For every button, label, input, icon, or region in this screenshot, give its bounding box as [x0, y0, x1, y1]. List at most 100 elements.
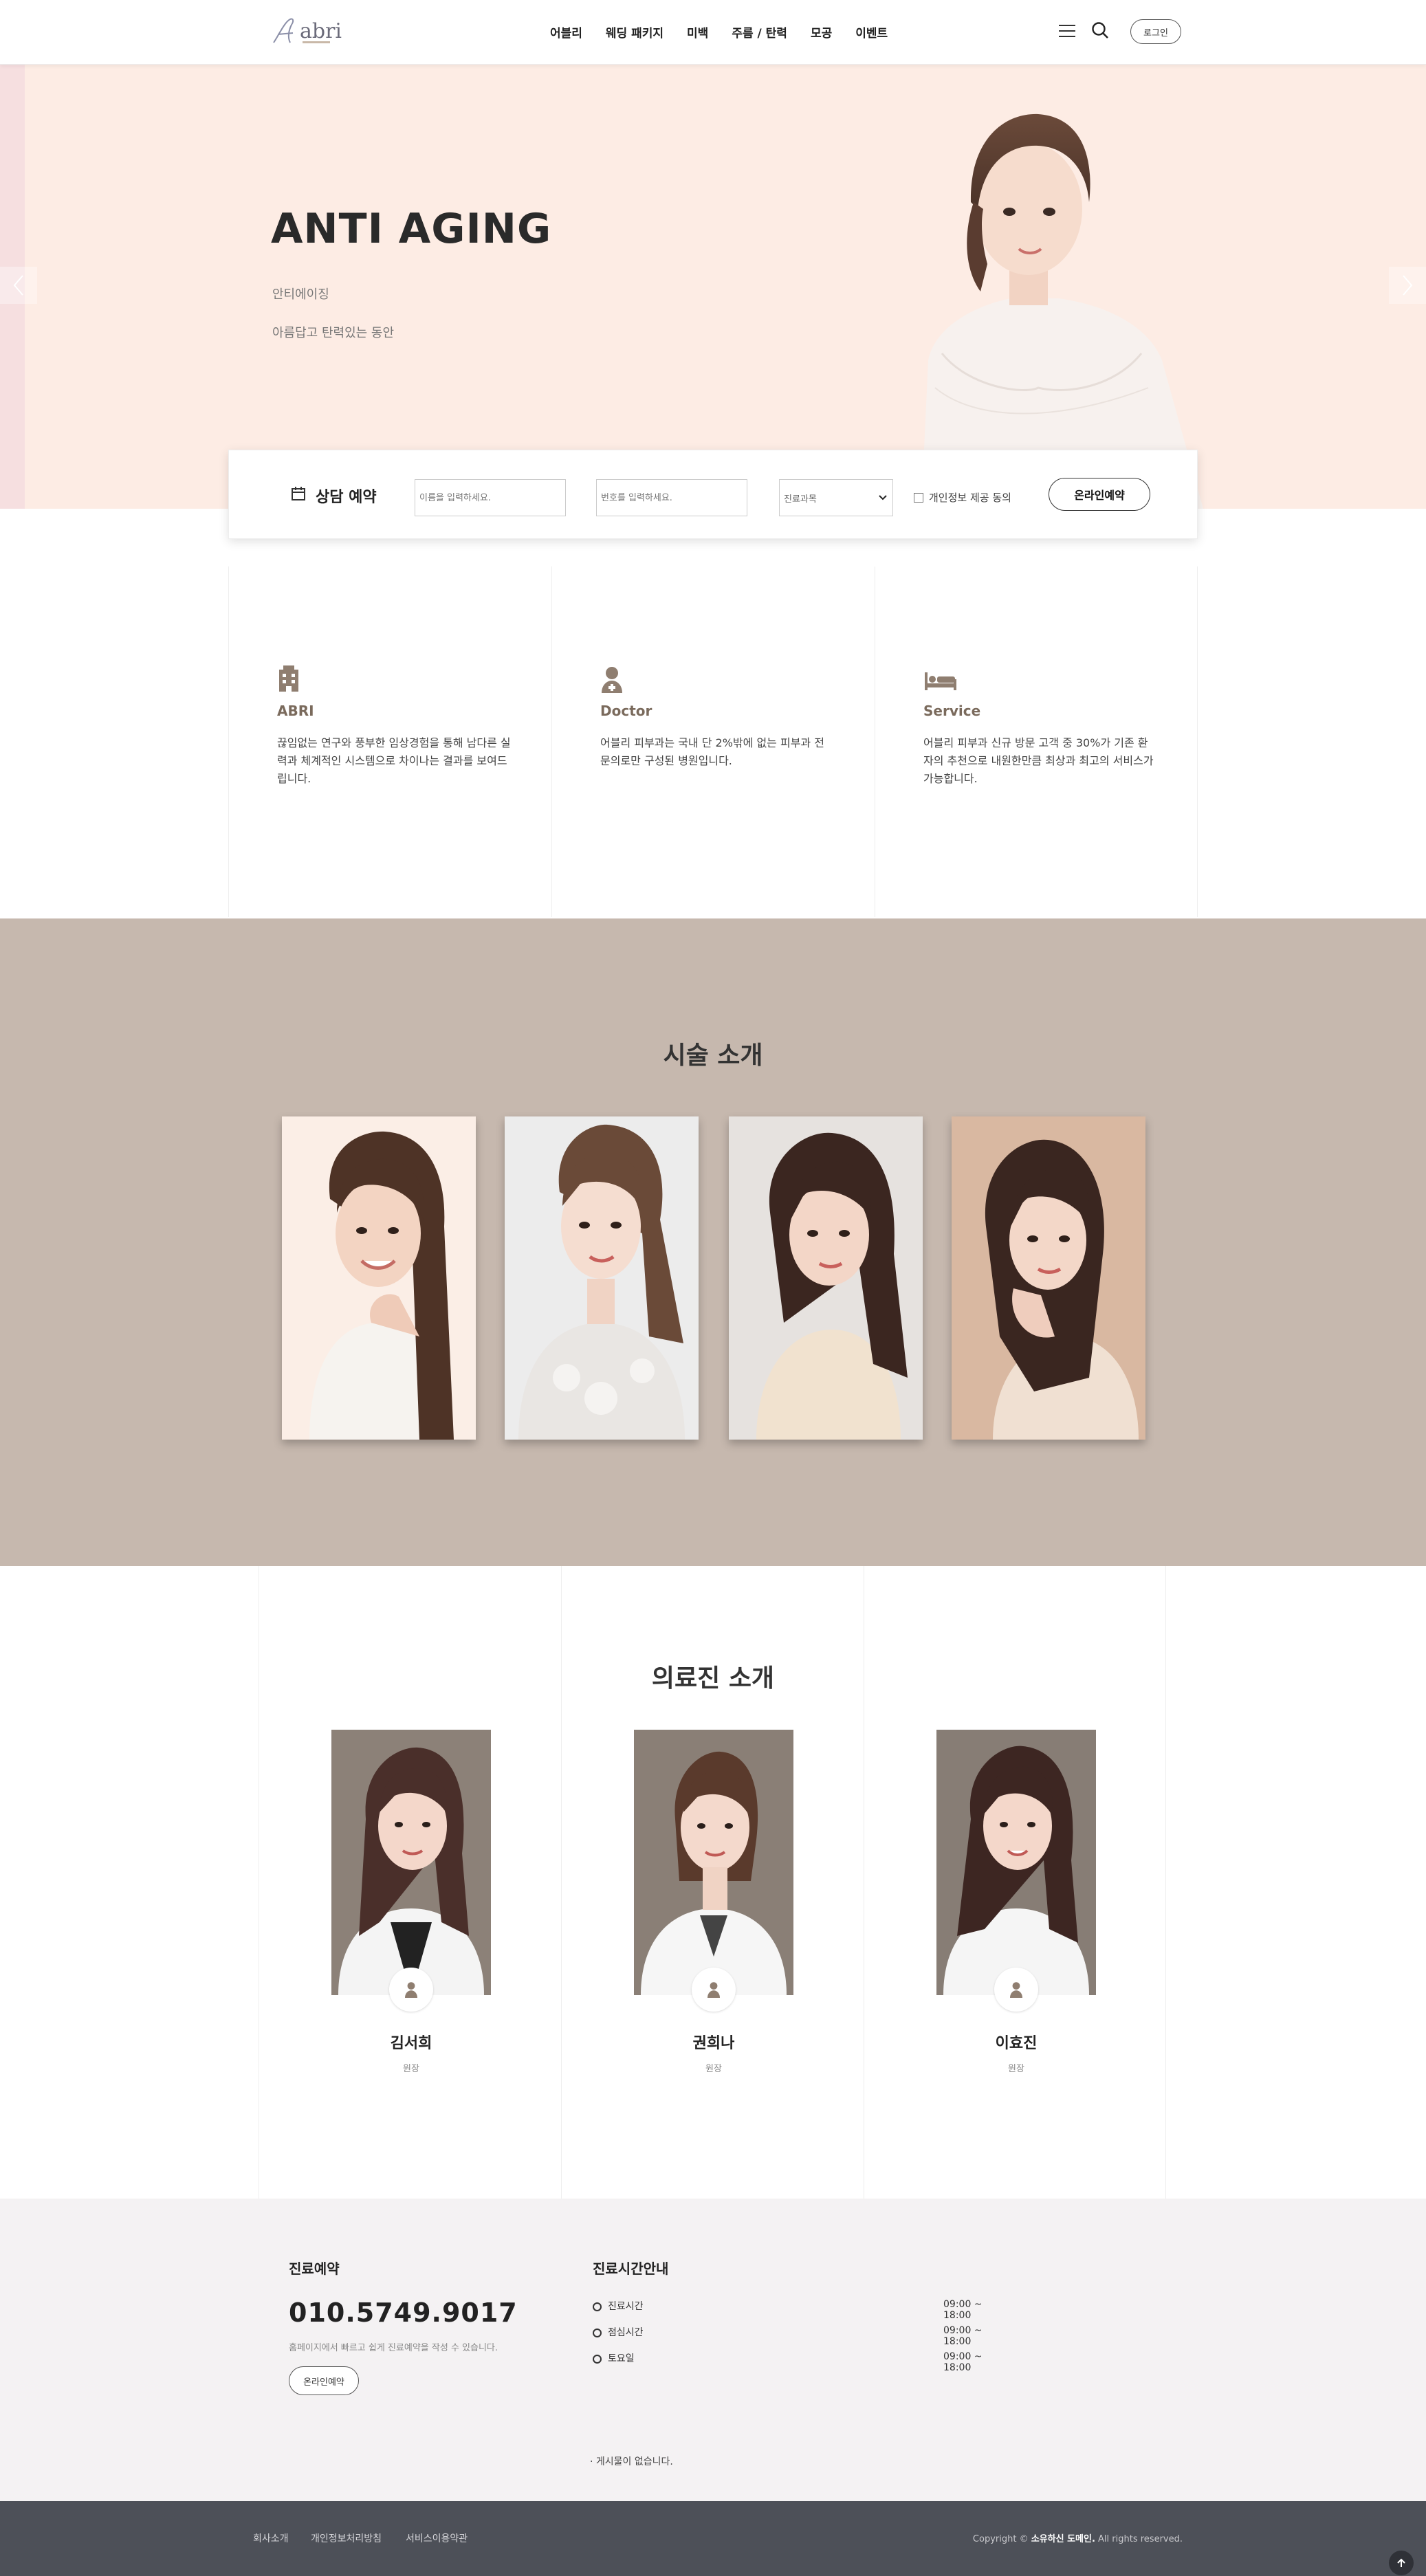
hours-value: 09:00 ~ 18:00 [943, 2351, 983, 2373]
chevron-left-icon [13, 275, 23, 296]
feature-title: ABRI [277, 703, 314, 719]
doctor-role: 원장 [705, 2064, 722, 2074]
doctor-photo[interactable] [331, 1730, 491, 1995]
hero-prev-arrow[interactable] [0, 267, 37, 304]
doctors-section: 의료진 소개 김서희 원장 권희나 원장 이효진 원장 [0, 1566, 1426, 2199]
hours-row: 점심시간 09:00 ~ 18:00 [593, 2325, 1012, 2347]
features-section: ABRI 끊임없는 연구와 풍부한 임상경험을 통해 남다른 실력과 체계적인 … [228, 566, 1198, 917]
logo-mark-icon [273, 18, 294, 43]
nav-item-abli[interactable]: 어블리 [550, 23, 582, 41]
treatment-card[interactable] [505, 1116, 699, 1440]
chevron-down-icon [879, 495, 887, 500]
doctor-icon [405, 1982, 417, 1998]
name-input[interactable] [415, 479, 566, 516]
building-icon [279, 665, 298, 692]
treatment-card[interactable] [952, 1116, 1145, 1440]
hero-subtitle: 안티에이징 [272, 287, 329, 302]
department-select-value: 진료과목 [784, 494, 817, 505]
doctor-photo[interactable] [936, 1730, 1096, 1995]
doctor-portrait-image [634, 1730, 793, 1995]
hours-title: 진료시간안내 [593, 2260, 669, 2277]
treatment-image [756, 1132, 908, 1440]
online-reservation-button[interactable]: 온라인예약 [289, 2366, 359, 2395]
copyright-prefix: Copyright © [972, 2534, 1031, 2544]
privacy-agree-label: 개인정보 제공 동의 [929, 492, 1011, 504]
doctor-icon [1010, 1982, 1022, 1998]
hero-title: ANTI AGING [271, 205, 552, 253]
doctor-badge [692, 1968, 736, 2012]
doctor-photo[interactable] [634, 1730, 793, 1995]
logo-underline [303, 41, 330, 43]
hours-row: 진료시간 09:00 ~ 18:00 [593, 2299, 1012, 2321]
doctor-badge [994, 1968, 1038, 2012]
nav-item-whitening[interactable]: 미백 [687, 23, 708, 41]
doctors-title: 의료진 소개 [651, 1664, 775, 1693]
calendar-icon [292, 487, 305, 500]
phone-input[interactable] [596, 479, 747, 516]
scroll-top-button[interactable] [1389, 2551, 1414, 2575]
doctor-name: 이효진 [995, 2035, 1038, 2052]
logo-text: abri [300, 19, 342, 43]
hero-tagline: 아름답고 탄력있는 동안 [272, 326, 395, 340]
hero-model-image [921, 113, 1203, 509]
department-select[interactable]: 진료과목 [779, 479, 893, 516]
search-icon[interactable] [1090, 21, 1110, 40]
logo[interactable]: abri [270, 15, 345, 47]
hero-next-arrow[interactable] [1389, 267, 1426, 304]
treatment-card[interactable] [282, 1116, 476, 1440]
feature-desc: 끊임없는 연구와 풍부한 임상경험을 통해 남다른 실력과 체계적인 시스템으로… [277, 736, 511, 785]
footer-link-privacy[interactable]: 개인정보처리방침 [311, 2531, 382, 2545]
feature-title: Service [923, 703, 981, 719]
online-booking-button[interactable]: 온라인예약 [1049, 478, 1150, 511]
board-empty-message: · 게시물이 없습니다. [590, 2456, 673, 2467]
hours-row: 토요일 09:00 ~ 18:00 [593, 2351, 1012, 2373]
copyright-text: Copyright © 소유하신 도메인. All rights reserve… [973, 2531, 1183, 2544]
footer-link-terms[interactable]: 서비스이용약관 [406, 2531, 468, 2545]
doctor-portrait-image [331, 1730, 491, 1995]
feature-card-service: Service 어블리 피부과 신규 방문 고객 중 30%가 기존 환자의 추… [875, 566, 1198, 917]
treatment-image [309, 1131, 454, 1440]
treatments-section: 시술 소개 [0, 918, 1426, 1566]
feature-title: Doctor [600, 703, 652, 719]
doctor-name: 김서희 [390, 2035, 432, 2052]
reservation-note: 홈페이지에서 빠르고 쉽게 진료예약을 작성 수 있습니다. [289, 2343, 498, 2353]
privacy-agree-checkbox[interactable] [914, 493, 923, 503]
feature-desc: 어블리 피부과 신규 방문 고객 중 30%가 기존 환자의 추천으로 내원한만… [923, 736, 1154, 785]
hero-banner: ANTI AGING 안티에이징 아름답고 탄력있는 동안 [0, 65, 1426, 509]
hours-label: 진료시간 [608, 2301, 644, 2312]
clock-icon [593, 2329, 602, 2337]
doctor-portrait-image [936, 1730, 1096, 1995]
hours-label: 토요일 [608, 2353, 635, 2364]
arrow-up-icon [1397, 2558, 1405, 2567]
site-footer: 회사소개 개인정보처리방침 서비스이용약관 Copyright © 소유하신 도… [0, 2501, 1426, 2576]
nav-item-pore[interactable]: 모공 [811, 23, 832, 41]
chevron-right-icon [1403, 275, 1413, 296]
treatment-card[interactable] [729, 1116, 923, 1440]
clock-icon [593, 2302, 602, 2311]
hamburger-menu-icon[interactable] [1059, 25, 1075, 38]
reservation-title: 진료예약 [289, 2260, 340, 2277]
doctor-badge [389, 1968, 433, 2012]
consultation-booking-bar: 상담 예약 진료과목 개인정보 제공 동의 온라인예약 [228, 450, 1198, 539]
clinic-info-section: 진료예약 010.5749.9017 홈페이지에서 빠르고 쉽게 진료예약을 작… [0, 2199, 1426, 2501]
doctor-icon [602, 667, 622, 693]
nav-item-event[interactable]: 이벤트 [855, 23, 888, 41]
hours-value: 09:00 ~ 18:00 [943, 2325, 983, 2347]
booking-title: 상담 예약 [316, 489, 377, 506]
clock-icon [593, 2355, 602, 2364]
hours-value: 09:00 ~ 18:00 [943, 2299, 983, 2321]
copyright-suffix: All rights reserved. [1095, 2534, 1183, 2544]
doctor-icon [707, 1982, 720, 1998]
login-button[interactable]: 로그인 [1130, 19, 1181, 44]
feature-card-abri: ABRI 끊임없는 연구와 풍부한 임상경험을 통해 남다른 실력과 체계적인 … [228, 566, 551, 917]
nav-item-wrinkle[interactable]: 주름 / 탄력 [732, 23, 787, 41]
doctor-role: 원장 [1008, 2064, 1024, 2074]
copyright-brand: 소유하신 도메인. [1031, 2534, 1095, 2544]
site-header: abri 어블리 웨딩 패키지 미백 주름 / 탄력 모공 이벤트 로그인 [0, 0, 1426, 65]
treatment-image [518, 1124, 685, 1440]
main-nav: 어블리 웨딩 패키지 미백 주름 / 탄력 모공 이벤트 [550, 23, 911, 41]
phone-number[interactable]: 010.5749.9017 [289, 2298, 518, 2328]
footer-link-about[interactable]: 회사소개 [253, 2531, 289, 2545]
nav-item-wedding[interactable]: 웨딩 패키지 [606, 23, 663, 41]
hours-label: 점심시간 [608, 2327, 644, 2338]
